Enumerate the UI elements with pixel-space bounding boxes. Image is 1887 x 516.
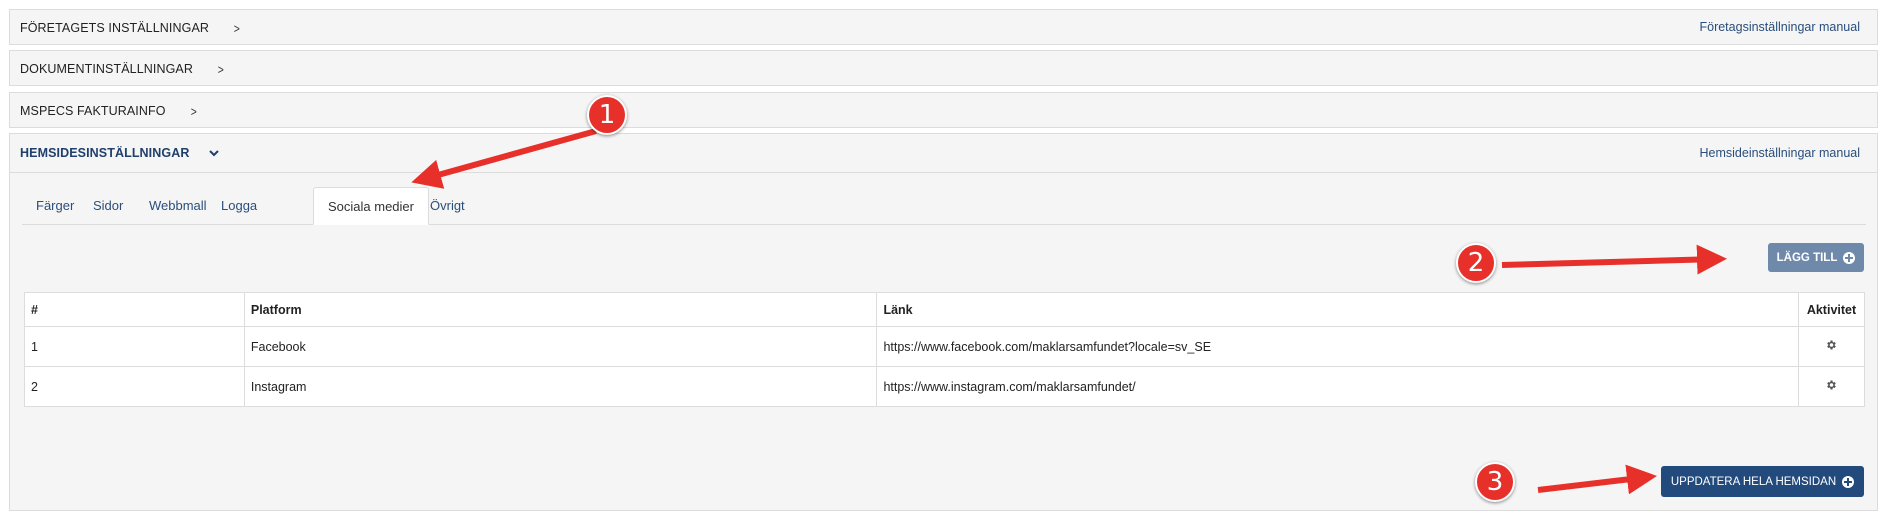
section-dokumentinstallningar[interactable]: DOKUMENTINSTÄLLNINGAR > [9, 50, 1878, 86]
plus-circle-icon [1842, 475, 1855, 488]
update-website-button[interactable]: UPPDATERA HELA HEMSIDAN [1661, 466, 1864, 497]
callout-badge-3: 3 [1475, 462, 1515, 502]
cell-link: https://www.instagram.com/maklarsamfunde… [876, 366, 1799, 407]
section-title: HEMSIDESINSTÄLLNINGAR [20, 146, 190, 160]
tab-bar: Färger Sidor Webbmall Logga Sociala medi… [22, 187, 1866, 225]
cell-number: 2 [24, 366, 245, 407]
social-media-table: # Platform Länk Aktivitet 1 Facebook htt… [24, 292, 1866, 407]
chevron-right-icon: > [217, 61, 224, 77]
cell-platform: Instagram [243, 366, 878, 407]
cell-activity [1797, 326, 1866, 367]
section-foretagets-installningar[interactable]: FÖRETAGETS INSTÄLLNINGAR > Företagsinstä… [9, 9, 1878, 45]
column-header-platform: Platform [243, 292, 878, 327]
section-header[interactable]: HEMSIDESINSTÄLLNINGAR [10, 134, 1877, 173]
update-button-label: UPPDATERA HELA HEMSIDAN [1670, 475, 1837, 488]
section-header[interactable]: MSPECS FAKTURAINFO > [10, 93, 1877, 129]
column-header-link: Länk [876, 292, 1799, 327]
cell-link: https://www.facebook.com/maklarsamfundet… [876, 326, 1799, 367]
table-row: 2 Instagram https://www.instagram.com/ma… [24, 366, 1866, 407]
plus-circle-icon [1843, 251, 1856, 264]
tab-sociala-medier[interactable]: Sociala medier [313, 187, 429, 225]
gear-icon[interactable] [1825, 339, 1837, 354]
manual-link-hemsida[interactable]: Hemsideinställningar manual [1700, 146, 1861, 160]
table-header-row: # Platform Länk Aktivitet [24, 292, 1866, 327]
column-header-number: # [24, 292, 245, 327]
tab-logga[interactable]: Logga [207, 187, 271, 225]
cell-number: 1 [24, 326, 245, 367]
add-button-label: LÄGG TILL [1776, 251, 1838, 264]
callout-badge-2: 2 [1456, 243, 1496, 283]
callout-badge-1: 1 [587, 95, 627, 135]
manual-link-foretag[interactable]: Företagsinställningar manual [1699, 20, 1860, 34]
gear-icon[interactable] [1825, 379, 1837, 394]
section-title: MSPECS FAKTURAINFO [20, 104, 166, 118]
chevron-down-icon [209, 148, 220, 158]
tab-sidor[interactable]: Sidor [79, 187, 137, 225]
cell-platform: Facebook [243, 326, 878, 367]
section-header[interactable]: FÖRETAGETS INSTÄLLNINGAR > [10, 10, 1877, 46]
section-title: FÖRETAGETS INSTÄLLNINGAR [20, 21, 210, 35]
cell-activity [1797, 366, 1866, 407]
table-row: 1 Facebook https://www.facebook.com/makl… [24, 326, 1866, 367]
add-button[interactable]: LÄGG TILL [1768, 243, 1864, 272]
section-header[interactable]: DOKUMENTINSTÄLLNINGAR > [10, 51, 1877, 87]
section-title: DOKUMENTINSTÄLLNINGAR [20, 62, 193, 76]
tab-ovrigt[interactable]: Övrigt [416, 187, 479, 225]
section-mspecs-fakturainfo[interactable]: MSPECS FAKTURAINFO > [9, 92, 1878, 128]
chevron-right-icon: > [233, 20, 240, 36]
column-header-activity: Aktivitet [1797, 292, 1866, 327]
chevron-right-icon: > [190, 103, 197, 119]
